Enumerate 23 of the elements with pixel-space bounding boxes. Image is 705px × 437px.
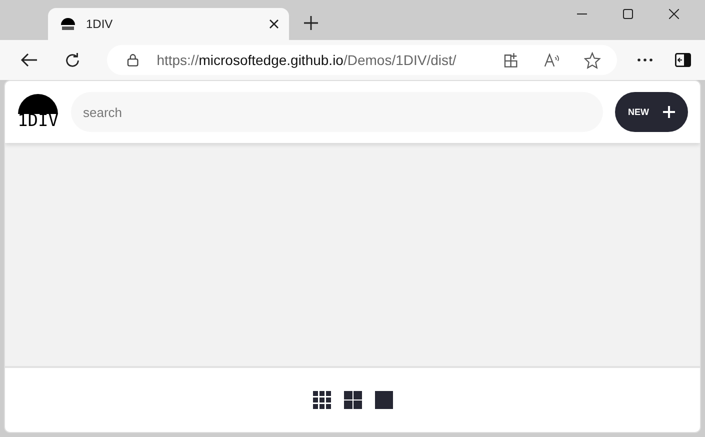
square-icon[interactable] bbox=[374, 391, 392, 409]
search-field[interactable]: search bbox=[71, 92, 603, 132]
apps-icon[interactable] bbox=[504, 52, 520, 68]
browser-tab[interactable]: 1DIV bbox=[48, 8, 289, 40]
tab-title: 1DIV bbox=[86, 17, 114, 31]
close-tab-icon[interactable] bbox=[269, 19, 279, 29]
grid-icon[interactable] bbox=[344, 391, 362, 409]
address-bar[interactable]: https://microsoftedge.github.io/Demos/1DIV/dist/ bbox=[107, 45, 617, 75]
url-text: https://microsoftedge.github.io/Demos/1DIV/dist/ bbox=[156, 52, 456, 68]
sidebar-icon[interactable] bbox=[675, 53, 691, 67]
new-button[interactable]: NEW bbox=[615, 92, 688, 132]
logo-icon bbox=[60, 17, 76, 31]
plus-icon bbox=[663, 106, 675, 118]
back-arrow-icon[interactable] bbox=[20, 53, 38, 67]
grid-icon[interactable] bbox=[312, 391, 330, 409]
lock-icon bbox=[127, 53, 139, 67]
maximize-icon[interactable] bbox=[623, 9, 633, 19]
star-icon[interactable] bbox=[584, 52, 601, 68]
more-icon[interactable] bbox=[637, 58, 653, 62]
refresh-icon[interactable] bbox=[64, 52, 81, 68]
close-icon[interactable] bbox=[669, 9, 679, 19]
read-aloud-icon[interactable] bbox=[544, 52, 560, 68]
new-tab-icon[interactable] bbox=[304, 16, 318, 30]
